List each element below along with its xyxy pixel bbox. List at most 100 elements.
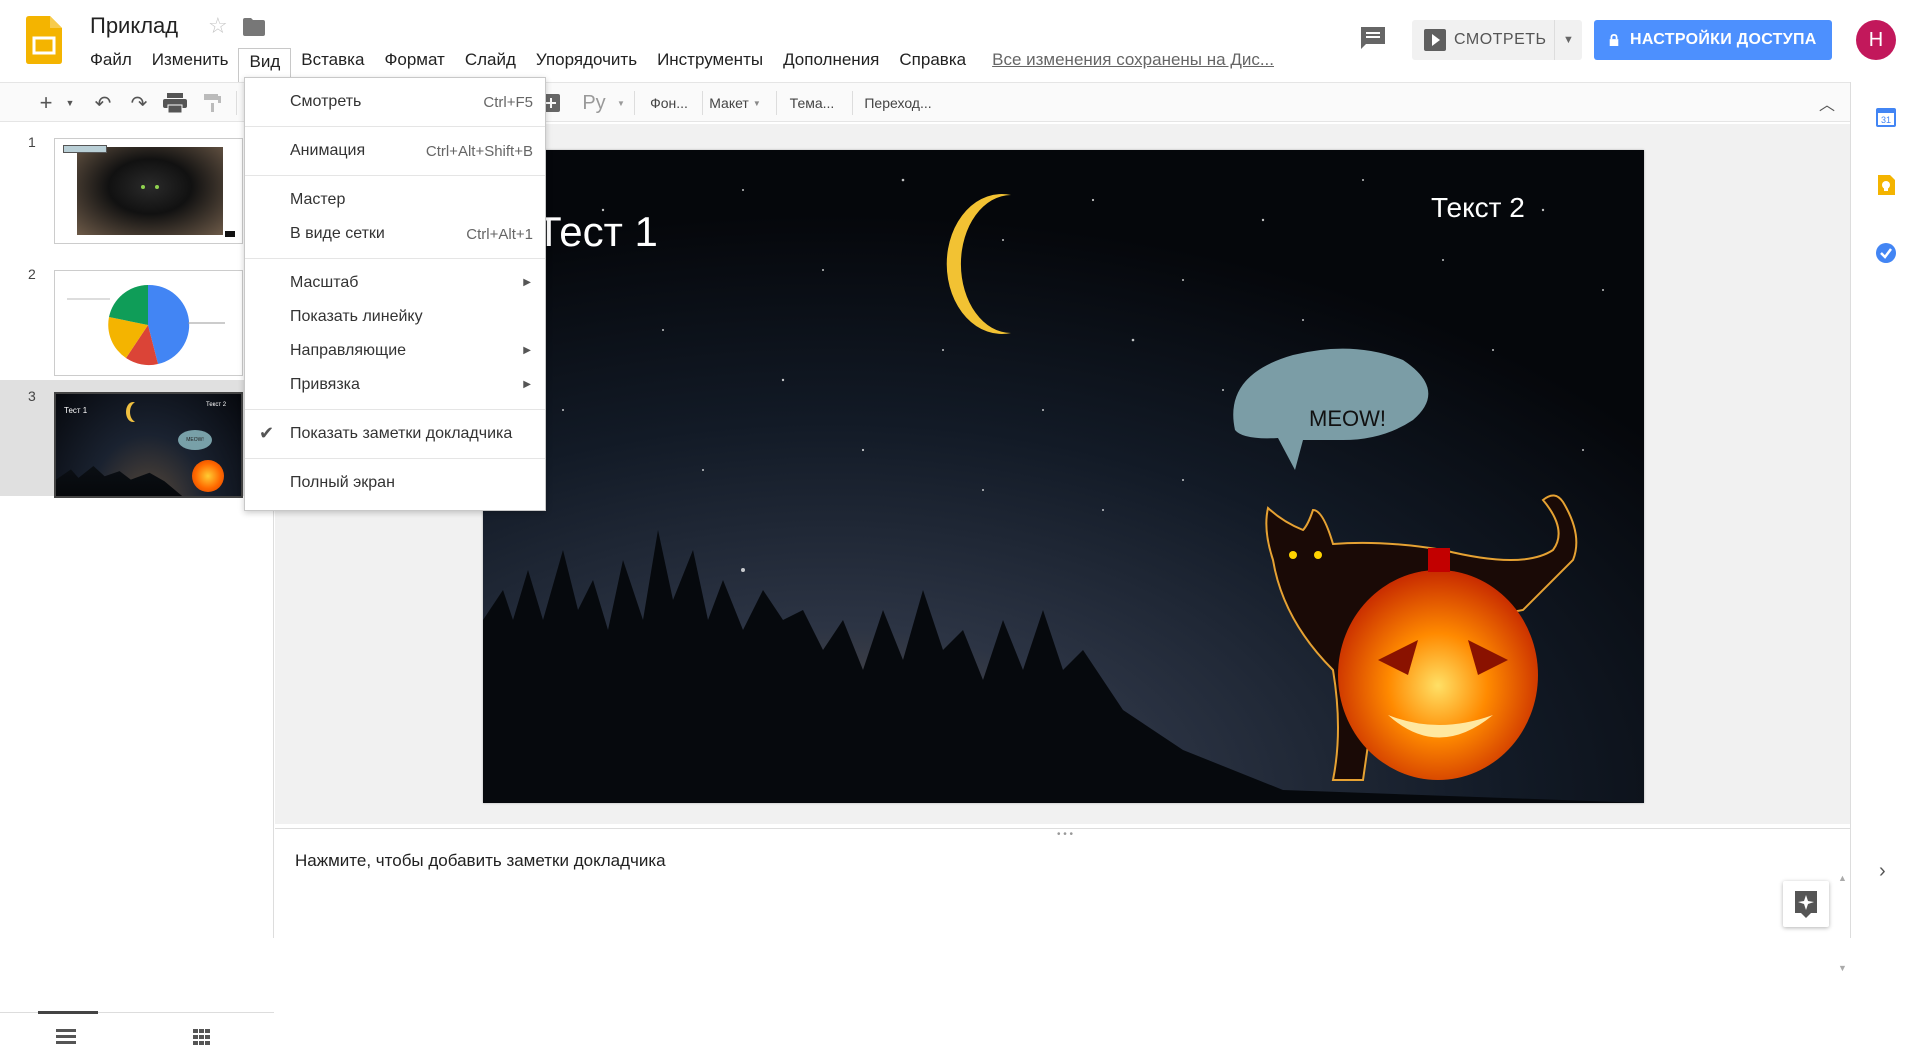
star-icon[interactable]: ☆ [208,13,228,39]
slide-canvas[interactable]: Тест 1 Текст 2 MEOW! [483,150,1644,803]
layout-button[interactable]: Макет ▼ [708,83,762,123]
redo-icon[interactable]: ↷ [124,83,154,123]
thumb-title: Тест 1 [64,406,88,415]
play-icon [1424,29,1446,51]
menu-tools[interactable]: Инструменты [647,47,773,73]
submenu-arrow-icon: ▶ [523,345,531,356]
menu-item-label: Смотреть [290,93,362,110]
slide-number: 3 [28,388,36,404]
layout-dropdown-icon: ▼ [752,98,761,108]
side-panel: 31 › [1850,82,1920,938]
tasks-icon[interactable] [1875,242,1897,264]
share-label: НАСТРОЙКИ ДОСТУПА [1630,31,1817,48]
theme-button[interactable]: Тема... [782,83,842,123]
checkmark-icon: ✔ [259,423,275,443]
document-title[interactable]: Приклад [90,13,178,39]
menu-item-label: Анимация [290,142,366,159]
input-tools-dropdown-icon[interactable]: ▼ [614,83,628,123]
menu-insert[interactable]: Вставка [291,47,374,73]
explore-button[interactable] [1783,881,1829,927]
menu-item-label: Привязка [290,376,360,393]
new-slide-dropdown-icon[interactable]: ▼ [62,83,78,123]
slide-thumbnail[interactable]: Тест 1 Текст 2 MEOW! [54,392,243,498]
slide-number: 2 [28,266,36,282]
filmstrip-view-toggle [0,1011,274,1062]
account-avatar[interactable]: Н [1856,20,1896,60]
menu-item-shortcut: Ctrl+F5 [483,94,533,111]
submenu-arrow-icon: ▶ [523,379,531,390]
menu-item-label: В виде сетки [290,225,385,242]
undo-icon[interactable]: ↶ [88,83,118,123]
layout-label: Макет [709,95,749,111]
menu-item-present[interactable]: Смотреть Ctrl+F5 [245,85,545,119]
present-dropdown-button[interactable]: ▼ [1554,20,1582,60]
menu-item-label: Направляющие [290,342,407,359]
app-header: Приклад ☆ Файл Изменить Вид Вставка Форм… [0,0,1920,82]
slide-thumbnail[interactable] [54,270,243,376]
speaker-notes-panel: • • • Нажмите, чтобы добавить заметки до… [275,828,1850,973]
menu-item-master[interactable]: Мастер [245,183,545,217]
svg-text:31: 31 [1881,115,1891,125]
menu-arrange[interactable]: Упорядочить [526,47,647,73]
thumb-text2: Текст 2 [206,402,227,408]
menu-item-shortcut: Ctrl+Alt+Shift+B [425,143,533,160]
menu-addons[interactable]: Дополнения [773,47,889,73]
menu-item-animation[interactable]: Анимация Ctrl+Alt+Shift+B [245,134,545,168]
view-menu-dropdown: Смотреть Ctrl+F5 Анимация Ctrl+Alt+Shift… [244,77,546,511]
slide-thumbnail[interactable] [54,138,243,244]
menu-edit[interactable]: Изменить [142,47,239,73]
menu-slide[interactable]: Слайд [455,47,526,73]
menu-item-snap[interactable]: Привязка ▶ [245,368,545,402]
new-slide-plus-icon[interactable]: + [28,83,64,123]
filmstrip-view-icon[interactable] [56,1029,76,1045]
slide-text2[interactable]: Текст 2 [1431,192,1525,224]
comment-icon[interactable] [1358,24,1388,52]
background-button[interactable]: Фон... [642,83,696,123]
menu-item-show-ruler[interactable]: Показать линейку [245,300,545,334]
menu-item-label: Показать линейку [290,308,423,325]
menu-item-full-screen[interactable]: Полный экран [245,466,545,500]
save-status-link[interactable]: Все изменения сохранены на Дис... [992,50,1274,70]
explore-star-icon [1795,891,1817,918]
menu-item-guides[interactable]: Направляющие ▶ [245,334,545,368]
share-button[interactable]: НАСТРОЙКИ ДОСТУПА [1594,20,1832,60]
menu-item-label: Показать заметки докладчика [290,425,513,442]
pumpkin-shape [1338,570,1538,780]
slide-thumbnail-row-selected[interactable]: 3 Тест 1 Текст 2 MEOW! [0,380,274,498]
slide-number: 1 [28,134,36,150]
slide-title-text[interactable]: Тест 1 [536,208,658,256]
notes-resize-handle[interactable]: • • • [1057,829,1073,840]
pie-chart-thumbnail [67,284,225,366]
notes-scrollbar[interactable]: ▲ ▼ [1838,833,1848,973]
menu-file[interactable]: Файл [80,47,142,73]
grid-view-icon[interactable] [193,1029,211,1045]
folder-icon[interactable] [243,18,265,36]
menu-item-label: Масштаб [290,274,359,291]
paint-format-icon[interactable] [202,93,224,113]
slide-filmstrip: 1 2 3 Тест 1 Текст 2 MEOW! [0,124,274,1045]
speaker-notes-input[interactable]: Нажмите, чтобы добавить заметки докладчи… [295,851,666,871]
input-tools-button[interactable]: Ру [576,83,612,123]
calendar-icon[interactable]: 31 [1875,106,1897,128]
slide-thumbnail-row[interactable]: 1 [0,126,274,244]
menu-item-zoom[interactable]: Масштаб ▶ [245,266,545,300]
menu-item-grid-view[interactable]: В виде сетки Ctrl+Alt+1 [245,217,545,251]
lock-icon [1609,34,1619,46]
present-button[interactable]: СМОТРЕТЬ ▼ [1412,20,1582,60]
menu-format[interactable]: Формат [374,47,454,73]
expand-chevron-right-icon[interactable]: › [1879,860,1886,883]
menu-help[interactable]: Справка [889,47,976,73]
menu-item-show-speaker-notes[interactable]: ✔ Показать заметки докладчика [245,417,545,451]
present-label: СМОТРЕТЬ [1454,31,1547,48]
thumb-bubble: MEOW! [178,430,212,450]
menu-item-label: Полный экран [290,474,395,491]
slides-logo-icon[interactable] [26,16,62,64]
print-icon[interactable] [162,93,188,113]
menu-item-label: Мастер [290,191,346,208]
collapse-chevron-up-icon[interactable]: ︿ [1812,83,1842,123]
transition-button[interactable]: Переход... [858,83,938,123]
submenu-arrow-icon: ▶ [523,277,531,288]
speech-bubble-text[interactable]: MEOW! [1309,406,1386,432]
keep-icon[interactable] [1875,174,1897,196]
slide-thumbnail-row[interactable]: 2 [0,258,274,376]
